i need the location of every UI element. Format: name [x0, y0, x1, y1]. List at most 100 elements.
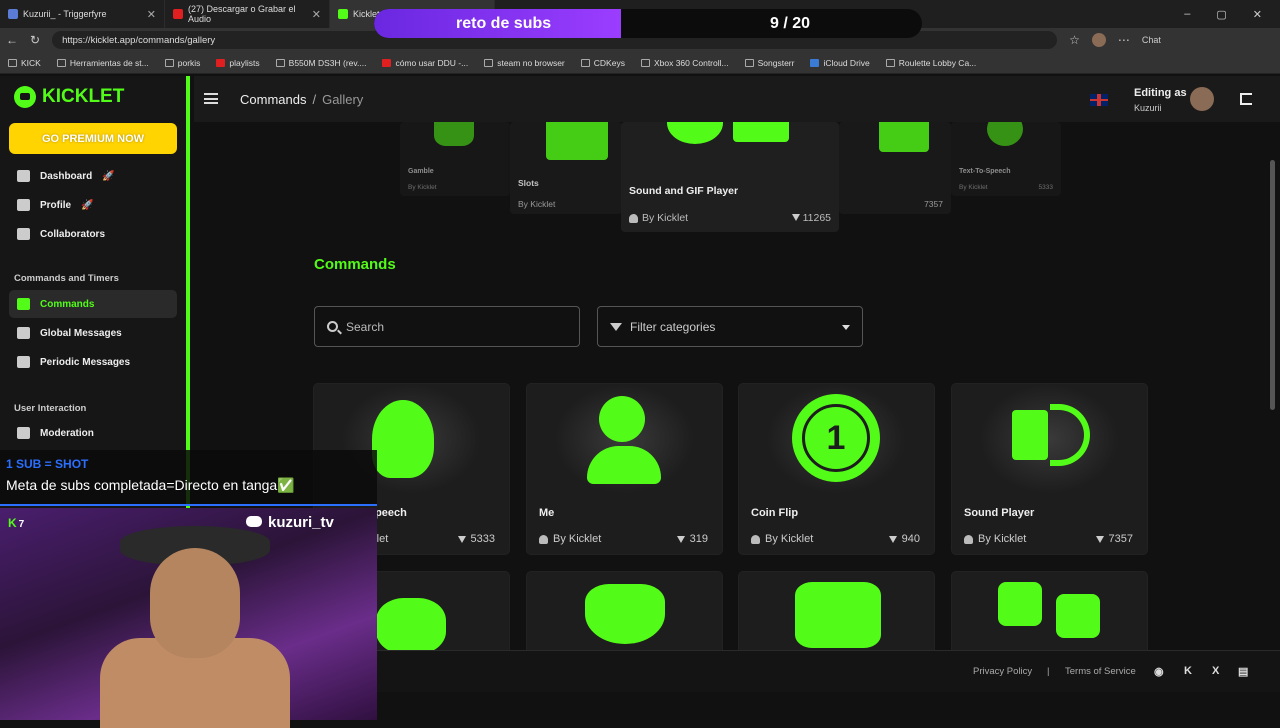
- stream-alert-message: Meta de subs completada=Directo en tanga…: [6, 477, 295, 493]
- bookmark-item[interactable]: Songsterr: [744, 58, 794, 68]
- sidebar-item-label: Dashboard: [40, 170, 93, 182]
- kick-icon[interactable]: K: [1184, 665, 1208, 679]
- menu-icon[interactable]: ⋯: [1118, 33, 1130, 47]
- command-card[interactable]: [527, 572, 722, 650]
- sidebar-item-periodic-messages[interactable]: Periodic Messages: [9, 348, 177, 376]
- menu-toggle-icon[interactable]: [204, 93, 218, 104]
- bookmark-item[interactable]: Xbox 360 Controll...: [640, 58, 729, 68]
- bookmark-item[interactable]: CDKeys: [580, 58, 625, 68]
- author-text: By Kicklet: [765, 533, 814, 545]
- money-icon: [795, 582, 881, 648]
- avatar[interactable]: [1190, 87, 1214, 111]
- featured-card-active[interactable]: Sound and GIF Player By Kicklet 11265: [621, 122, 839, 232]
- tab-label: Kuzurii_ - Triggerfyre: [23, 9, 107, 19]
- x-icon[interactable]: X: [1212, 665, 1228, 679]
- profile-avatar-icon[interactable]: [1091, 33, 1106, 47]
- filter-categories-select[interactable]: Filter categories: [597, 306, 863, 347]
- card-downloads: 940: [888, 533, 920, 545]
- card-glow: [979, 384, 1119, 494]
- coin-face-icon: 1: [802, 404, 870, 472]
- card-name: Coin Flip: [751, 507, 799, 519]
- command-card[interactable]: 1 Coin Flip By Kicklet 940: [739, 384, 934, 554]
- close-icon[interactable]: ✕: [147, 8, 156, 21]
- tab-label: (27) Descargar o Grabar el Audio: [188, 4, 296, 24]
- bookmark-item[interactable]: playlists: [216, 58, 260, 68]
- shield-icon: [17, 427, 30, 439]
- discord-icon[interactable]: ◉: [1154, 665, 1170, 679]
- privacy-policy-link[interactable]: Privacy Policy: [973, 666, 1032, 677]
- downloads-text: 7357: [1108, 533, 1133, 545]
- maximize-icon[interactable]: ▢: [1216, 8, 1226, 21]
- minimize-icon[interactable]: –: [1184, 8, 1190, 20]
- featured-title: Slots: [518, 178, 539, 188]
- sidebar-item-global-messages[interactable]: Global Messages: [9, 319, 177, 347]
- reload-icon[interactable]: ↻: [30, 33, 40, 47]
- logout-icon[interactable]: [1240, 93, 1252, 105]
- sidebar-item-label: Collaborators: [40, 228, 106, 240]
- gigabyte-icon: [275, 58, 285, 67]
- card-downloads: 319: [676, 533, 708, 545]
- featured-author: By Kicklet: [629, 212, 688, 224]
- search-input[interactable]: Search: [314, 306, 580, 347]
- command-card[interactable]: [952, 572, 1147, 650]
- header: Commands / Gallery Editing as Kuzurii: [194, 76, 1280, 122]
- chat-button[interactable]: Chat: [1142, 35, 1161, 45]
- editing-as-label: Editing as: [1134, 87, 1187, 99]
- sidebar-item-dashboard[interactable]: Dashboard 🚀: [9, 162, 177, 190]
- sidebar-item-moderation[interactable]: Moderation: [9, 419, 177, 447]
- go-premium-button[interactable]: GO PREMIUM NOW: [9, 123, 177, 154]
- folder-icon: [164, 58, 174, 67]
- bookmark-item[interactable]: steam no browser: [484, 58, 565, 68]
- command-card[interactable]: Sound Player By Kicklet 7357: [952, 384, 1147, 554]
- download-icon: [1095, 535, 1104, 543]
- extensions-icon[interactable]: ☆: [1069, 33, 1080, 47]
- person-icon: [964, 534, 973, 544]
- language-flag-icon[interactable]: [1090, 94, 1108, 106]
- terms-of-service-link[interactable]: Terms of Service: [1065, 666, 1136, 677]
- document-icon[interactable]: ▤: [1238, 665, 1254, 679]
- sidebar-item-collaborators[interactable]: Collaborators: [9, 220, 177, 248]
- breadcrumb-commands[interactable]: Commands: [240, 92, 306, 107]
- tab-youtube[interactable]: (27) Descargar o Grabar el Audio ✕: [165, 0, 330, 28]
- bookmark-item[interactable]: porkis: [164, 58, 200, 68]
- downloads-text: 5333: [470, 533, 495, 545]
- speaker-icon: [879, 122, 929, 152]
- featured-title: Text-To-Speech: [959, 168, 1011, 175]
- command-card[interactable]: Me By Kicklet 319: [527, 384, 722, 554]
- bookmark-item[interactable]: cómo usar DDU -...: [382, 58, 468, 68]
- tab-triggerfyre[interactable]: Kuzurii_ - Triggerfyre ✕: [0, 0, 165, 28]
- bookmark-item[interactable]: iCloud Drive: [810, 58, 870, 68]
- command-card[interactable]: [739, 572, 934, 650]
- sidebar-item-label: Periodic Messages: [40, 356, 131, 368]
- bookmark-item[interactable]: Herramientas de st...: [56, 58, 149, 68]
- close-icon[interactable]: ✕: [312, 8, 321, 21]
- card-downloads: 7357: [1095, 533, 1133, 545]
- author-text: By Kicklet: [642, 212, 689, 224]
- back-icon[interactable]: ←: [6, 33, 18, 47]
- kicklet-logo[interactable]: KICKLET: [14, 86, 124, 108]
- chat-bubble-icon: [17, 327, 30, 339]
- download-icon: [791, 214, 800, 221]
- bookmark-item[interactable]: KICK: [8, 58, 41, 68]
- logo-text: KICKLET: [42, 86, 125, 107]
- scrollbar[interactable]: [1270, 160, 1275, 410]
- sidebar-item-commands[interactable]: Commands: [9, 290, 177, 318]
- sidebar-item-profile[interactable]: Profile 🚀: [9, 191, 177, 219]
- kicklet-logo-icon: [14, 86, 36, 108]
- bookmark-item[interactable]: Roulette Lobby Ca...: [885, 58, 976, 68]
- controller-icon: [640, 58, 650, 67]
- downloads-text: 319: [689, 533, 708, 545]
- featured-card[interactable]: Slots By Kicklet: [510, 122, 622, 214]
- featured-card[interactable]: Text-To-Speech By Kicklet 5333: [951, 122, 1061, 196]
- featured-card[interactable]: 7357: [839, 122, 951, 214]
- youtube-icon: [216, 58, 226, 67]
- bookmark-icon: [8, 58, 17, 67]
- close-window-icon[interactable]: ✕: [1253, 8, 1262, 21]
- folder-icon: [56, 58, 66, 67]
- bookmark-item[interactable]: B550M DS3H (rev....: [275, 58, 366, 68]
- card-author: By Kicklet: [964, 533, 1026, 545]
- featured-card[interactable]: Gamble By Kicklet: [400, 122, 510, 196]
- gif-icon: [667, 122, 723, 144]
- section-title-user-interaction: User Interaction: [14, 403, 87, 414]
- stream-alert-title: 1 SUB = SHOT: [6, 457, 89, 471]
